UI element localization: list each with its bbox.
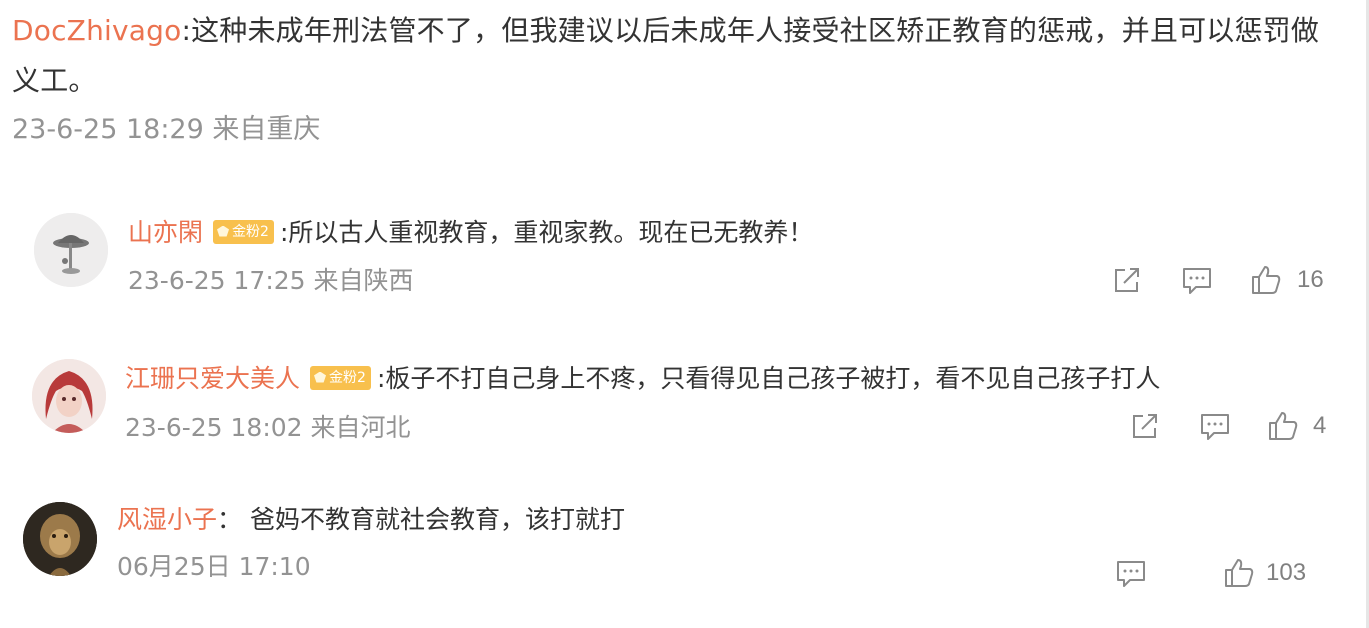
avatar[interactable] — [23, 502, 97, 576]
like-count: 103 — [1266, 559, 1307, 586]
reply-item: 江珊只爱大美人 金粉2 :板子不打自己身上不疼，只看得见自己孩子被打，看不见自己孩子… — [0, 352, 1340, 452]
reply-meta: 23-6-25 17:25 来自陕西 — [128, 266, 414, 295]
reply-item: 风湿小子： 爸妈不教育就社会教育，该打就打 06月25日 17:10 103 — [0, 494, 1340, 594]
reply-line: 山亦閑 金粉2 :所以古人重视教育，重视家教。现在已无教养！ — [128, 216, 813, 250]
reply-line: 风湿小子： 爸妈不教育就社会教育，该打就打 — [117, 503, 625, 537]
main-comment-username[interactable]: DocZhivago — [12, 14, 181, 47]
reply-text: :板子不打自己身上不疼，只看得见自己孩子被打，看不见自己孩子打人 — [376, 364, 1161, 393]
like-icon[interactable] — [1266, 409, 1300, 443]
comment-icon[interactable] — [1180, 263, 1214, 297]
reply-meta: 06月25日 17:10 — [117, 552, 311, 581]
share-icon[interactable] — [1128, 409, 1162, 443]
gem-icon — [217, 225, 230, 237]
comment-icon[interactable] — [1114, 556, 1148, 590]
reply-line: 江珊只爱大美人 金粉2 :板子不打自己身上不疼，只看得见自己孩子被打，看不见自己孩子… — [125, 362, 1160, 396]
main-comment: DocZhivago:这种未成年刑法管不了，但我建议以后未成年人接受社区矫正教育… — [12, 6, 1332, 148]
main-comment-meta: 23-6-25 18:29 来自重庆 — [12, 114, 321, 145]
fan-badge: 金粉2 — [310, 366, 371, 390]
main-comment-text: :这种未成年刑法管不了，但我建议以后未成年人接受社区矫正教育的惩戒，并且可以惩罚… — [12, 14, 1320, 97]
fan-badge: 金粉2 — [213, 220, 274, 244]
like-count: 4 — [1313, 412, 1327, 439]
reply-username[interactable]: 风湿小子 — [117, 505, 217, 534]
avatar[interactable] — [34, 213, 108, 287]
reply-meta: 23-6-25 18:02 来自河北 — [125, 413, 411, 442]
reply-text: ： 爸妈不教育就社会教育，该打就打 — [217, 505, 625, 534]
like-icon[interactable] — [1222, 556, 1256, 590]
fan-badge-label: 金粉2 — [329, 370, 366, 386]
share-icon[interactable] — [1110, 263, 1144, 297]
gem-icon — [314, 371, 327, 383]
avatar[interactable] — [32, 359, 106, 433]
like-icon[interactable] — [1249, 263, 1283, 297]
reply-text: :所以古人重视教育，重视家教。现在已无教养！ — [279, 218, 814, 247]
reply-username[interactable]: 江珊只爱大美人 — [125, 364, 300, 393]
reply-item: 山亦閑 金粉2 :所以古人重视教育，重视家教。现在已无教养！ 23-6-25 17:… — [0, 205, 1340, 305]
reply-username[interactable]: 山亦閑 — [128, 218, 203, 247]
main-comment-body: DocZhivago:这种未成年刑法管不了，但我建议以后未成年人接受社区矫正教育… — [12, 6, 1332, 106]
fan-badge-label: 金粉2 — [232, 224, 269, 240]
like-count: 16 — [1297, 266, 1324, 293]
comment-icon[interactable] — [1198, 409, 1232, 443]
